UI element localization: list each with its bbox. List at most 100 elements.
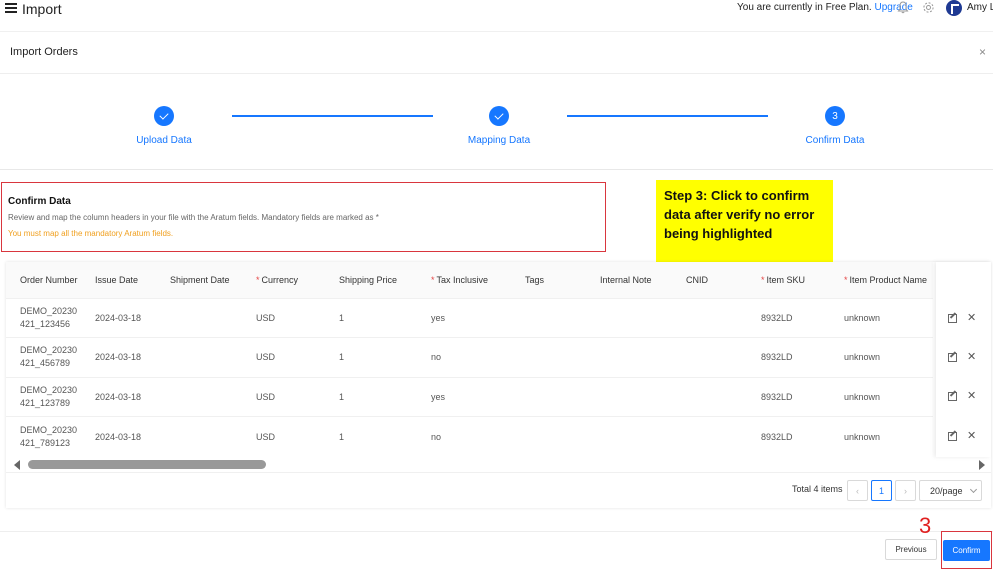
table-cell [511, 337, 586, 377]
table-cell [672, 376, 747, 417]
data-table: Order Number Issue Date Shipment Date * Curr… [6, 262, 933, 456]
table-cell: 2024-03-18 [81, 416, 156, 456]
row-actions: ✕ [936, 338, 991, 377]
page-1-button[interactable]: 1 [871, 480, 892, 501]
bell-icon[interactable] [897, 1, 909, 14]
menu-icon[interactable] [5, 3, 17, 13]
divider [0, 531, 993, 532]
step-2-label: Mapping Data [467, 135, 531, 146]
table-cell [672, 297, 747, 338]
delete-icon[interactable]: ✕ [967, 352, 976, 363]
column-header-label: Issue Date [95, 274, 139, 285]
table-cell: DEMO_20230421_123456 [6, 297, 81, 338]
column-header-label: Internal Note [600, 274, 652, 285]
table-row: DEMO_20230421_123456 2024-03-18 USD 1 yes 893… [6, 297, 933, 338]
row-actions: ✕ [936, 417, 991, 456]
table-cell [511, 416, 586, 456]
step-3-label: Confirm Data [805, 135, 865, 146]
step-connector [567, 115, 768, 117]
scrollbar-thumb[interactable] [28, 460, 266, 469]
mandatory-warning: You must map all the mandatory Aratum fi… [8, 229, 174, 238]
required-marker: * [431, 274, 435, 285]
table-cell [156, 337, 242, 377]
delete-icon[interactable]: ✕ [967, 313, 976, 324]
close-icon[interactable]: × [979, 45, 986, 59]
edit-icon[interactable] [948, 314, 957, 323]
row-actions: ✕ [936, 299, 991, 338]
table-cell: yes [417, 297, 511, 338]
divider [0, 31, 993, 32]
table-row: DEMO_20230421_789123 2024-03-18 USD 1 no 8932… [6, 416, 933, 456]
table-cell: USD [242, 297, 325, 338]
column-header: CNID [672, 262, 747, 298]
table-cell [156, 297, 242, 338]
table-cell: 2024-03-18 [81, 337, 156, 377]
table-cell: 8932LD [747, 416, 830, 456]
column-header: Issue Date [81, 262, 156, 298]
table-cell: 2024-03-18 [81, 376, 156, 417]
plan-status: You are currently in Free Plan. Upgrade [737, 2, 913, 13]
next-page-button[interactable]: › [895, 480, 916, 501]
table-header-row: Order Number Issue Date Shipment Date * Curr… [6, 262, 933, 298]
table-cell [156, 416, 242, 456]
prev-page-button[interactable]: ‹ [847, 480, 868, 501]
table-cell [586, 416, 672, 456]
row-actions: ✕ [936, 377, 991, 416]
column-header-label: Item SKU [766, 274, 806, 285]
table-cell [672, 337, 747, 377]
table-cell: 1 [325, 297, 417, 338]
scroll-right-icon[interactable] [979, 460, 985, 470]
table-cell [586, 297, 672, 338]
step-1-label: Upload Data [136, 135, 192, 146]
table-cell: 1 [325, 337, 417, 377]
table-cell [511, 297, 586, 338]
required-marker: * [844, 274, 848, 285]
delete-icon[interactable]: ✕ [967, 391, 976, 402]
user-name[interactable]: Amy L [967, 2, 993, 13]
table-cell: DEMO_20230421_789123 [6, 416, 81, 456]
table-cell [511, 376, 586, 417]
table-row: DEMO_20230421_456789 2024-03-18 USD 1 no 8932… [6, 337, 933, 377]
table-cell [586, 337, 672, 377]
delete-icon[interactable]: ✕ [967, 431, 976, 442]
column-header: Shipping Price [325, 262, 417, 298]
step-3-number: 3 [825, 106, 845, 126]
table-cell [672, 416, 747, 456]
required-marker: * [761, 274, 765, 285]
step-2-check-icon [489, 106, 509, 126]
confirm-button[interactable]: Confirm [943, 540, 990, 561]
table-cell: unknown [830, 297, 933, 338]
table-cell: 8932LD [747, 376, 830, 417]
column-header: Internal Note [586, 262, 672, 298]
table-cell: DEMO_20230421_456789 [6, 337, 81, 377]
edit-icon[interactable] [948, 392, 957, 401]
instruction-callout: Step 3: Click to confirm data after veri… [656, 180, 833, 269]
table-cell: unknown [830, 376, 933, 417]
table-cell [586, 376, 672, 417]
top-bar: Import You are currently in Free Plan. U… [0, 0, 993, 18]
page-size-select[interactable]: 20/page [919, 480, 982, 501]
table-cell: no [417, 416, 511, 456]
avatar[interactable] [946, 0, 962, 16]
table-cell: USD [242, 337, 325, 377]
table-cell: 1 [325, 376, 417, 417]
table-cell: 1 [325, 416, 417, 456]
step-number-annotation: 3 [919, 513, 932, 538]
scroll-left-icon[interactable] [14, 460, 20, 470]
table-cell [156, 376, 242, 417]
table-cell: 8932LD [747, 297, 830, 338]
column-header-label: Item Product Name [849, 274, 928, 285]
previous-button[interactable]: Previous [885, 539, 937, 560]
modal-title: Import Orders [10, 46, 78, 58]
table-cell: unknown [830, 337, 933, 377]
column-header: Tags [511, 262, 586, 298]
confirm-button-highlight: Confirm [941, 531, 992, 569]
gear-icon[interactable] [922, 1, 935, 14]
horizontal-scrollbar[interactable] [6, 458, 986, 472]
edit-icon[interactable] [948, 353, 957, 362]
edit-icon[interactable] [948, 432, 957, 441]
column-header: Order Number [6, 262, 81, 298]
page-size-value: 20/page [930, 485, 963, 496]
table-cell: unknown [830, 416, 933, 456]
column-header: * Tax Inclusive [417, 262, 511, 298]
